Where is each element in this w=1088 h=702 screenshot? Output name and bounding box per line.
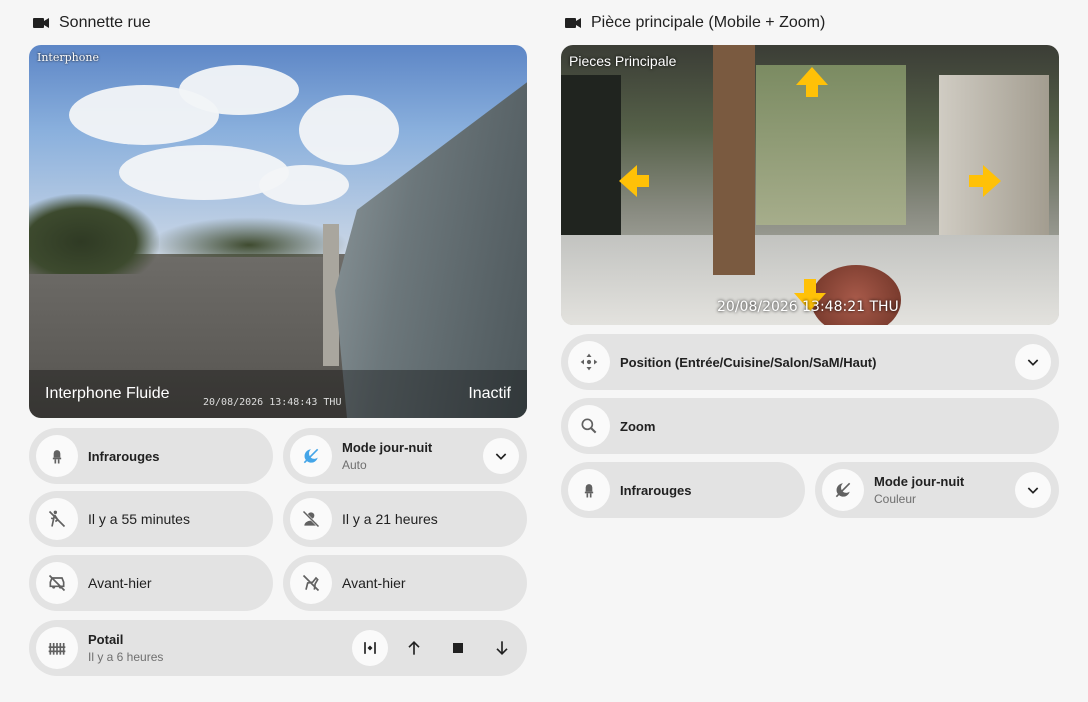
camera-image — [29, 194, 159, 275]
tile-label: Infrarouges — [620, 482, 692, 498]
camera-timestamp: 20/08/2026 13:48:21 THU — [717, 299, 899, 315]
section-title-text: Sonnette rue — [59, 14, 151, 31]
tile-zoom[interactable]: Zoom — [561, 398, 1059, 454]
cover-open-partial-button[interactable] — [352, 630, 388, 666]
tile-motion[interactable]: Il y a 55 minutes — [29, 491, 273, 547]
tile-value: Auto — [342, 458, 367, 472]
tile-title: Potail — [88, 632, 124, 647]
camera-image — [149, 216, 349, 257]
camera-image — [756, 65, 906, 225]
video-camera-icon — [33, 18, 49, 28]
move-icon — [568, 341, 610, 383]
camera-image — [299, 95, 399, 165]
pan-right-arrow[interactable] — [969, 165, 1001, 197]
weather-night-icon — [822, 469, 864, 511]
tile-person[interactable]: Il y a 21 heures — [283, 491, 527, 547]
tile-label: Avant-hier — [88, 575, 152, 591]
tile-position-select[interactable]: Position (Entrée/Cuisine/Salon/SaM/Haut) — [561, 334, 1059, 390]
section-title-text: Pièce principale (Mobile + Zoom) — [591, 14, 826, 31]
cover-stop-button[interactable] — [440, 630, 476, 666]
car-off-icon — [36, 562, 78, 604]
camera-caption-bar: Interphone Fluide Inactif — [29, 370, 527, 418]
tile-label: Position (Entrée/Cuisine/Salon/SaM/Haut) — [620, 354, 877, 370]
arrow-up-icon — [408, 640, 420, 655]
dropdown-button[interactable] — [483, 438, 519, 474]
camera-image — [713, 45, 755, 275]
weather-night-icon — [290, 435, 332, 477]
pan-up-arrow[interactable] — [796, 67, 828, 97]
tile-label: Infrarouges — [88, 448, 160, 464]
tile-infrarouges-left[interactable]: Infrarouges — [29, 428, 273, 484]
tile-infrarouges-right[interactable]: Infrarouges — [561, 462, 805, 518]
cover-close-button[interactable] — [484, 630, 520, 666]
tile-title: Mode jour-nuit — [342, 440, 433, 455]
video-camera-icon — [565, 18, 581, 28]
led-icon — [568, 469, 610, 511]
magnify-icon — [568, 405, 610, 447]
gate-icon — [36, 627, 78, 669]
doorbell-camera-feed[interactable]: Interphone Interphone Fluide Inactif 20/… — [29, 45, 527, 418]
tile-title: Mode jour-nuit — [874, 474, 965, 489]
camera-name: Interphone Fluide — [45, 385, 170, 402]
camera-overlay-name: Pieces Principale — [569, 53, 677, 69]
tile-label: Zoom — [620, 418, 656, 434]
chevron-down-icon — [1027, 359, 1039, 366]
tile-mode-jour-nuit-right[interactable]: Mode jour-nuit Couleur — [815, 462, 1059, 518]
tile-label: Il y a 55 minutes — [88, 511, 190, 527]
section-title-sonnette: Sonnette rue — [33, 12, 151, 34]
camera-image — [179, 65, 299, 115]
camera-timestamp: 20/08/2026 13:48:43 THU — [203, 397, 342, 408]
chevron-down-icon — [1027, 487, 1039, 494]
tile-value: Couleur — [874, 492, 917, 506]
arrow-split-vertical-icon — [364, 642, 376, 654]
room-camera-feed[interactable]: Pieces Principale 20/08/2026 13:48:21 TH… — [561, 45, 1059, 325]
cover-open-button[interactable] — [396, 630, 432, 666]
dropdown-button[interactable] — [1015, 472, 1051, 508]
tile-vehicle[interactable]: Avant-hier — [29, 555, 273, 611]
tile-label: Il y a 21 heures — [342, 511, 438, 527]
motion-sensor-off-icon — [36, 498, 78, 540]
dropdown-button[interactable] — [1015, 344, 1051, 380]
camera-image — [259, 165, 349, 205]
stop-icon — [453, 643, 463, 653]
tile-gate[interactable]: Potail Il y a 6 heures — [29, 620, 527, 676]
camera-state: Inactif — [468, 385, 511, 402]
section-title-piece: Pièce principale (Mobile + Zoom) — [565, 12, 825, 34]
camera-overlay-name: Interphone — [37, 51, 99, 64]
arrow-down-icon — [496, 641, 508, 656]
chevron-down-icon — [495, 453, 507, 460]
pan-left-arrow[interactable] — [619, 165, 649, 197]
tile-label: Avant-hier — [342, 575, 406, 591]
dog-off-icon — [290, 562, 332, 604]
tile-mode-jour-nuit-left[interactable]: Mode jour-nuit Auto — [283, 428, 527, 484]
account-off-icon — [290, 498, 332, 540]
led-icon — [36, 435, 78, 477]
tile-value: Il y a 6 heures — [88, 650, 164, 664]
tile-animal[interactable]: Avant-hier — [283, 555, 527, 611]
